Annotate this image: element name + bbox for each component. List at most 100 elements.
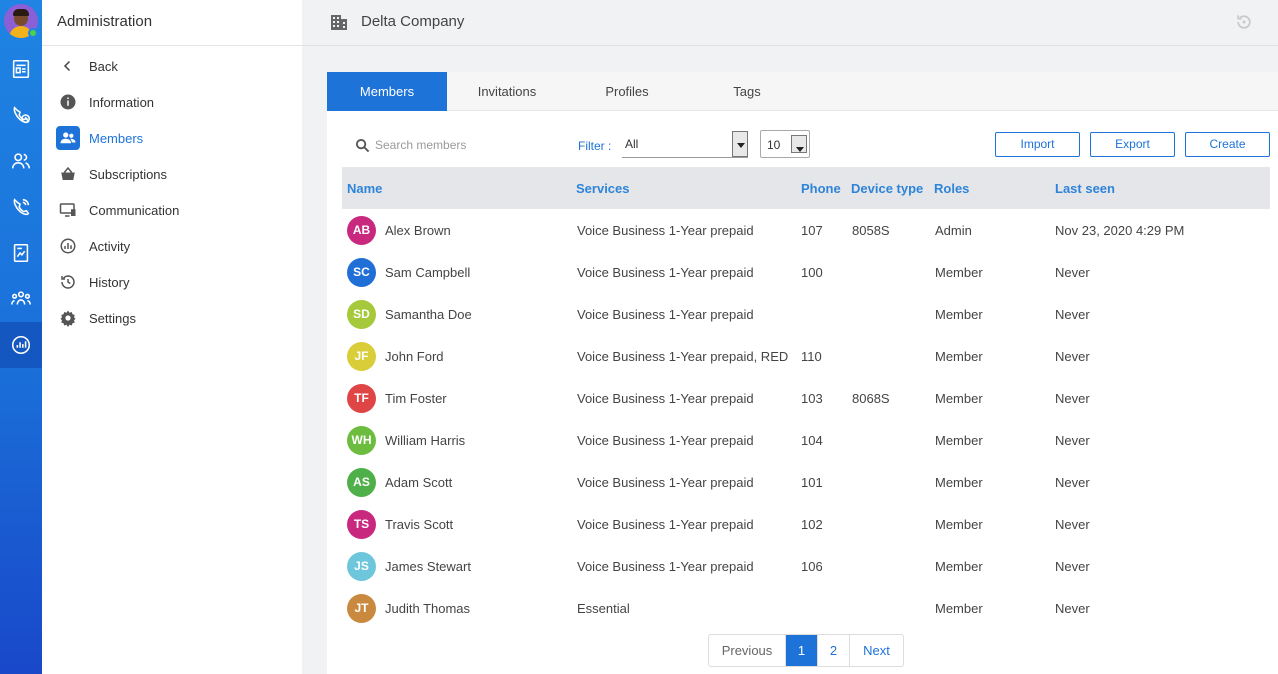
column-header-name[interactable]: Name [347,181,382,196]
phone-call-icon[interactable] [0,184,42,230]
search-input[interactable] [375,134,515,156]
cell-name[interactable]: Sam Campbell [385,265,470,280]
members-panel: Members Invitations Profiles Tags Filter… [327,72,1278,674]
table-row[interactable]: JT Judith Thomas Essential Member Never [342,587,1270,629]
table-row[interactable]: WH William Harris Voice Business 1-Year pr… [342,419,1270,461]
table-row[interactable]: TF Tim Foster Voice Business 1-Year prepai… [342,377,1270,419]
table-row[interactable]: JS James Stewart Voice Business 1-Year pre… [342,545,1270,587]
table-header: Name Services Phone Device type Roles La… [342,167,1270,209]
menu-item-subscriptions[interactable]: Subscriptions [56,160,167,188]
create-button[interactable]: Create [1185,132,1270,157]
cell-last-seen: Never [1055,433,1090,448]
cell-role: Member [935,517,983,532]
menu-item-label: Settings [89,310,136,326]
cell-last-seen: Never [1055,601,1090,616]
filter-value: All [625,137,639,151]
cell-phone: 107 [801,223,823,238]
cell-name[interactable]: Judith Thomas [385,601,470,616]
table-row[interactable]: AB Alex Brown Voice Business 1-Year prepai… [342,209,1270,251]
cell-role: Member [935,559,983,574]
page-2-button[interactable]: 2 [818,635,850,666]
cell-services: Voice Business 1-Year prepaid, RED [577,349,789,364]
member-avatar: JT [347,594,376,623]
activity-icon [56,234,80,258]
cell-role: Member [935,433,983,448]
column-header-services[interactable]: Services [576,181,630,196]
cell-name[interactable]: Alex Brown [385,223,451,238]
report-icon[interactable] [0,230,42,276]
tab-tags[interactable]: Tags [687,72,807,111]
column-header-roles[interactable]: Roles [934,181,969,196]
cell-last-seen: Never [1055,265,1090,280]
member-avatar: JF [347,342,376,371]
cell-name[interactable]: James Stewart [385,559,471,574]
cell-name[interactable]: Samantha Doe [385,307,472,322]
phone-clock-icon[interactable] [0,92,42,138]
cell-role: Member [935,307,983,322]
cell-last-seen: Never [1055,391,1090,406]
analytics-icon[interactable] [0,322,42,368]
menu-item-label: Members [89,130,144,146]
table-row[interactable]: SC Sam Campbell Voice Business 1-Year prep… [342,251,1270,293]
member-avatar: AB [347,216,376,245]
previous-page-button[interactable]: Previous [709,635,786,666]
admin-menu: Administration Back Information Members … [42,0,302,674]
cell-services: Voice Business 1-Year prepaid [577,475,754,490]
page-header: Delta Company [302,0,1278,46]
cell-name[interactable]: Tim Foster [385,391,447,406]
gear-icon [56,306,80,330]
news-icon[interactable] [0,46,42,92]
menu-item-communication[interactable]: Communication [56,196,179,224]
cell-services: Essential [577,601,630,616]
table-row[interactable]: TS Travis Scott Voice Business 1-Year prep… [342,503,1270,545]
column-header-device-type[interactable]: Device type [851,181,923,196]
filter-label: Filter : [578,139,612,153]
cell-phone: 106 [801,559,823,574]
table-row[interactable]: JF John Ford Voice Business 1-Year prepaid… [342,335,1270,377]
member-avatar: SC [347,258,376,287]
cell-role: Member [935,391,983,406]
page-size-select[interactable]: 10 [760,130,810,158]
cell-role: Member [935,265,983,280]
menu-item-activity[interactable]: Activity [56,232,130,260]
cell-services: Voice Business 1-Year prepaid [577,223,754,238]
import-button[interactable]: Import [995,132,1080,157]
cell-services: Voice Business 1-Year prepaid [577,559,754,574]
cell-services: Voice Business 1-Year prepaid [577,433,754,448]
members-icon [56,126,80,150]
cell-name[interactable]: Travis Scott [385,517,453,532]
cell-services: Voice Business 1-Year prepaid [577,391,754,406]
cell-name[interactable]: William Harris [385,433,465,448]
cell-role: Admin [935,223,972,238]
column-header-last-seen[interactable]: Last seen [1055,181,1115,196]
tab-members[interactable]: Members [327,72,447,111]
menu-item-label: History [89,274,130,290]
column-header-phone[interactable]: Phone [801,181,841,196]
cell-last-seen: Never [1055,349,1090,364]
groups-icon[interactable] [0,276,42,322]
basket-icon [56,162,80,186]
menu-item-information[interactable]: Information [56,88,154,116]
member-avatar: JS [347,552,376,581]
menu-item-members[interactable]: Members [56,124,143,152]
cell-last-seen: Never [1055,559,1090,574]
cell-name[interactable]: John Ford [385,349,444,364]
app-rail [0,0,42,674]
tab-profiles[interactable]: Profiles [567,72,687,111]
tab-invitations[interactable]: Invitations [447,72,567,111]
cell-services: Voice Business 1-Year prepaid [577,265,754,280]
building-icon [331,15,347,30]
refresh-icon[interactable] [1234,12,1254,32]
cell-services: Voice Business 1-Year prepaid [577,517,754,532]
menu-item-back[interactable]: Back [56,52,118,80]
contacts-icon[interactable] [0,138,42,184]
menu-item-settings[interactable]: Settings [56,304,136,332]
export-button[interactable]: Export [1090,132,1175,157]
next-page-button[interactable]: Next [850,635,903,666]
filter-select[interactable]: All [622,130,748,158]
page-1-button[interactable]: 1 [786,635,818,666]
table-row[interactable]: AS Adam Scott Voice Business 1-Year prepai… [342,461,1270,503]
menu-item-history[interactable]: History [56,268,129,296]
table-row[interactable]: SD Samantha Doe Voice Business 1-Year prep… [342,293,1270,335]
cell-name[interactable]: Adam Scott [385,475,452,490]
